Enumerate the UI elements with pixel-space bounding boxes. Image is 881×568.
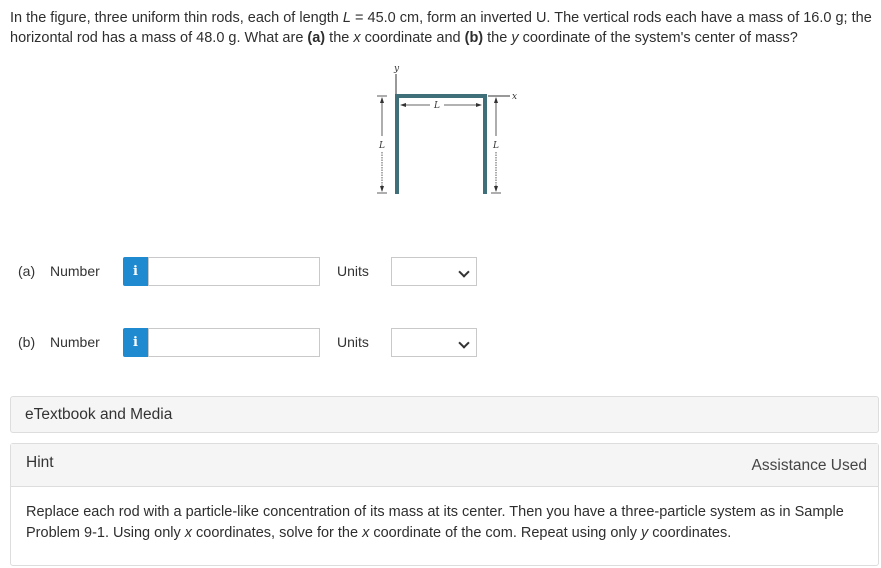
- chevron-down-icon: [458, 337, 470, 349]
- info-icon[interactable]: i: [123, 328, 148, 357]
- hint-panel: Hint Assistance Used Replace each rod wi…: [10, 443, 879, 566]
- hint-variable: x: [184, 525, 193, 541]
- figure-svg: y x L L L: [377, 64, 517, 194]
- question-part: coordinate of the system's center of mas…: [518, 30, 798, 46]
- etextbook-panel[interactable]: eTextbook and Media: [10, 396, 879, 433]
- part-label-b: (b): [18, 334, 36, 350]
- arrowhead: [494, 97, 498, 103]
- question-part-label: (b): [464, 30, 484, 46]
- question-part: coordinate and: [360, 30, 465, 46]
- hint-header[interactable]: Hint Assistance Used: [11, 444, 878, 487]
- units-label-b: Units: [337, 334, 369, 350]
- top-length-label: L: [433, 101, 440, 111]
- arrowhead: [380, 97, 384, 103]
- number-input-b[interactable]: [148, 328, 320, 357]
- info-icon[interactable]: i: [123, 257, 148, 286]
- arrowhead: [494, 186, 498, 192]
- units-label-a: Units: [337, 263, 369, 279]
- units-select-a[interactable]: [391, 257, 477, 286]
- number-label-b: Number: [50, 334, 100, 350]
- x-axis-label: x: [512, 92, 517, 102]
- arrowhead: [476, 103, 482, 107]
- number-input-a[interactable]: [148, 257, 320, 286]
- hint-title: Hint: [26, 454, 54, 471]
- part-label-a: (a): [18, 263, 36, 279]
- horizontal-rod: [395, 94, 486, 98]
- question-part: the: [325, 30, 354, 46]
- question-part-label: (a): [307, 30, 326, 46]
- chevron-down-icon: [458, 266, 470, 278]
- arrowhead: [380, 186, 384, 192]
- hint-part: coordinates, solve for the: [192, 525, 363, 541]
- question-variable: L: [342, 10, 351, 26]
- page: In the figure, three uniform thin rods, …: [0, 0, 881, 568]
- inverted-u-figure: y x L L L: [360, 60, 530, 200]
- units-select-b[interactable]: [391, 328, 477, 357]
- y-axis-label: y: [393, 64, 400, 74]
- number-label-a: Number: [50, 263, 100, 279]
- right-rod: [483, 94, 487, 194]
- question-part: In the figure, three uniform thin rods, …: [10, 10, 343, 26]
- etextbook-label: eTextbook and Media: [25, 406, 173, 423]
- left-rod: [395, 94, 399, 194]
- hint-text: Replace each rod with a particle-like co…: [26, 502, 866, 544]
- question-part: the: [483, 30, 512, 46]
- question-text: In the figure, three uniform thin rods, …: [10, 8, 876, 48]
- hint-part: coordinate of the com. Repeat using only: [369, 525, 641, 541]
- right-length-label: L: [492, 141, 499, 151]
- hint-part: coordinates.: [648, 525, 732, 541]
- question-variable: y: [511, 30, 519, 46]
- question-variable: x: [353, 30, 361, 46]
- assistance-used-label: Assistance Used: [751, 457, 867, 474]
- left-length-label: L: [378, 141, 385, 151]
- arrowhead: [400, 103, 406, 107]
